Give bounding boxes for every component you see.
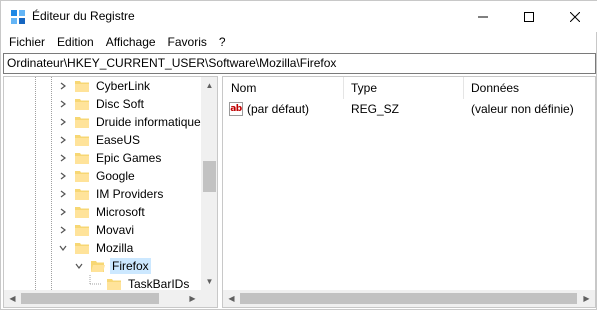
title-bar[interactable]: Éditeur du Registre xyxy=(1,1,597,32)
scroll-left-icon[interactable]: ◀ xyxy=(4,290,21,307)
tree-item-mozilla[interactable]: Mozilla xyxy=(57,239,135,257)
scroll-down-icon[interactable]: ▼ xyxy=(201,273,217,290)
chevron-down-icon[interactable] xyxy=(73,257,85,275)
column-header-nom[interactable]: Nom xyxy=(223,77,343,99)
chevron-right-icon[interactable] xyxy=(57,95,69,113)
folder-icon xyxy=(75,187,89,201)
chevron-right-icon[interactable] xyxy=(57,203,69,221)
chevron-right-icon[interactable] xyxy=(57,77,69,95)
registry-app-icon xyxy=(10,9,26,25)
tree-item-disc-soft[interactable]: Disc Soft xyxy=(57,95,146,113)
tree-guide-line xyxy=(51,77,52,290)
values-horizontal-scrollbar[interactable]: ◀ ▶ xyxy=(223,290,595,307)
tree-item-label: Mozilla xyxy=(96,241,134,255)
tree-vertical-scrollbar[interactable]: ▲ ▼ xyxy=(201,77,217,290)
tree-item-druide-informatique[interactable]: Druide informatique xyxy=(57,113,203,131)
scroll-right-icon[interactable]: ▶ xyxy=(578,290,595,307)
menu-favoris[interactable]: Favoris xyxy=(162,32,213,52)
folder-icon xyxy=(75,115,89,129)
menu-bar: Fichier Edition Affichage Favoris ? xyxy=(1,32,597,52)
tree-item-label: Google xyxy=(96,169,135,183)
chevron-right-icon[interactable] xyxy=(57,113,69,131)
folder-icon xyxy=(75,133,89,147)
maximize-button[interactable] xyxy=(506,1,552,32)
tree-item-label: Microsoft xyxy=(96,205,145,219)
tree-item-label: Movavi xyxy=(96,223,135,237)
chevron-right-icon[interactable] xyxy=(57,131,69,149)
tree-item-google[interactable]: Google xyxy=(57,167,137,185)
scrollbar-thumb[interactable] xyxy=(240,293,577,304)
close-icon xyxy=(570,11,580,22)
chevron-right-icon[interactable] xyxy=(57,167,69,185)
ab-string-icon: ab xyxy=(229,102,243,116)
folder-icon xyxy=(75,205,89,219)
tree-item-epic-games[interactable]: Epic Games xyxy=(57,149,163,167)
folder-icon xyxy=(75,79,89,93)
tree-item-firefox[interactable]: Firefox xyxy=(73,257,151,275)
minimize-button[interactable] xyxy=(460,1,506,32)
values-pane[interactable]: Nom Type Données ab (par défaut) REG_SZ … xyxy=(222,76,596,308)
chevron-right-icon[interactable] xyxy=(57,185,69,203)
value-data: (valeur non définie) xyxy=(471,102,574,116)
tree-item-label: Disc Soft xyxy=(96,97,145,111)
registry-editor-window: Éditeur du Registre Fichier Edition Affi… xyxy=(0,0,597,310)
value-row[interactable]: ab (par défaut) REG_SZ (valeur non défin… xyxy=(223,99,595,119)
window-title: Éditeur du Registre xyxy=(32,9,135,23)
tree-item-cyberlink[interactable]: CyberLink xyxy=(57,77,152,95)
tree-guide-line xyxy=(35,77,36,290)
scrollbar-thumb[interactable] xyxy=(203,161,216,192)
folder-icon xyxy=(75,241,89,255)
column-header-type[interactable]: Type xyxy=(343,77,463,99)
menu-help[interactable]: ? xyxy=(213,32,232,52)
menu-edition[interactable]: Edition xyxy=(51,32,100,52)
close-button[interactable] xyxy=(552,1,597,32)
tree-item-microsoft[interactable]: Microsoft xyxy=(57,203,147,221)
tree-item-label: Epic Games xyxy=(96,151,162,165)
open-folder-icon xyxy=(91,259,105,273)
folder-icon xyxy=(75,169,89,183)
folder-icon xyxy=(75,223,89,237)
key-tree-pane[interactable]: CyberLink Disc Soft Druide informatique … xyxy=(3,76,218,308)
tree-item-label: CyberLink xyxy=(96,79,151,93)
folder-icon xyxy=(75,151,89,165)
folder-icon xyxy=(75,97,89,111)
menu-fichier[interactable]: Fichier xyxy=(3,32,51,52)
minimize-icon xyxy=(478,16,488,17)
address-bar[interactable]: Ordinateur\HKEY_CURRENT_USER\Software\Mo… xyxy=(3,53,596,74)
scroll-up-icon[interactable]: ▲ xyxy=(201,77,217,94)
chevron-right-icon[interactable] xyxy=(57,221,69,239)
column-header-donnees[interactable]: Données xyxy=(463,77,595,99)
tree-item-label: IM Providers xyxy=(96,187,164,201)
tree-item-label: Firefox xyxy=(110,258,151,274)
tree-item-im-providers[interactable]: IM Providers xyxy=(57,185,165,203)
menu-affichage[interactable]: Affichage xyxy=(100,32,162,52)
tree-horizontal-scrollbar[interactable]: ◀ ▶ xyxy=(4,290,217,307)
tree-item-label: Druide informatique xyxy=(96,115,201,129)
value-type: REG_SZ xyxy=(351,102,400,116)
tree-item-movavi[interactable]: Movavi xyxy=(57,221,136,239)
value-name: (par défaut) xyxy=(247,102,310,116)
chevron-right-icon[interactable] xyxy=(57,149,69,167)
chevron-down-icon[interactable] xyxy=(57,239,69,257)
scroll-right-icon[interactable]: ▶ xyxy=(184,290,201,307)
tree-item-label: EaseUS xyxy=(96,133,141,147)
folder-icon xyxy=(107,277,121,291)
maximize-icon xyxy=(524,11,534,22)
scrollbar-thumb[interactable] xyxy=(21,293,159,304)
scroll-left-icon[interactable]: ◀ xyxy=(223,290,240,307)
tree-item-easeus[interactable]: EaseUS xyxy=(57,131,142,149)
